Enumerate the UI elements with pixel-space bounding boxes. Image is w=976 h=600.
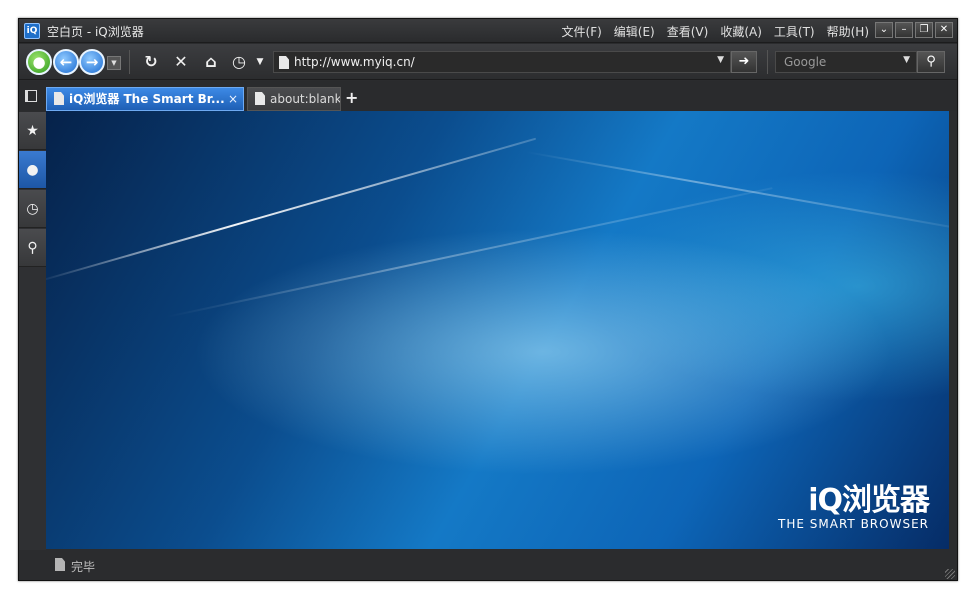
brand-tagline: THE SMART BROWSER: [778, 517, 929, 531]
chevron-down-icon[interactable]: ⌄: [875, 22, 893, 38]
iq-brand-logo: iQ浏览器 THE SMART BROWSER: [778, 475, 930, 531]
address-input[interactable]: http://www.myiq.cn/: [294, 55, 415, 69]
search-box[interactable]: Google ▼: [775, 51, 917, 73]
back-arrow-icon[interactable]: ←: [53, 49, 79, 75]
page-icon: [255, 92, 265, 105]
page-icon: [54, 92, 64, 105]
chevron-down-icon[interactable]: ▼: [249, 51, 271, 73]
user-icon[interactable]: ●: [26, 49, 52, 75]
close-icon[interactable]: ×: [228, 88, 238, 110]
window-controls: ⌄ – ❐ ✕: [875, 22, 953, 38]
user-icon[interactable]: ●: [19, 151, 46, 189]
minimize-button[interactable]: –: [895, 22, 913, 38]
light-streak: [46, 137, 537, 283]
tab-label: about:blank: [270, 92, 341, 106]
restore-button[interactable]: ❐: [915, 22, 933, 38]
menu-edit[interactable]: 编辑(E): [614, 23, 655, 40]
tab-iq-browser[interactable]: iQ浏览器 The Smart Br... ×: [46, 87, 244, 111]
page-content: iQ浏览器 THE SMART BROWSER: [46, 111, 949, 549]
favorites-star-icon[interactable]: ★: [19, 112, 46, 150]
menu-bar: 文件(F) 编辑(E) 查看(V) 收藏(A) 工具(T) 帮助(H): [562, 23, 869, 40]
forward-arrow-icon[interactable]: →: [79, 49, 105, 75]
menu-favorites[interactable]: 收藏(A): [720, 23, 762, 40]
chevron-down-icon[interactable]: ▼: [717, 55, 724, 65]
menu-help[interactable]: 帮助(H): [827, 23, 869, 40]
tab-bar: iQ浏览器 The Smart Br... × about:blank +: [19, 81, 957, 111]
window-title: 空白页 - iQ浏览器: [47, 25, 144, 39]
light-streak: [525, 151, 949, 228]
close-button[interactable]: ✕: [935, 22, 953, 38]
title-bar: iQ 空白页 - iQ浏览器 文件(F) 编辑(E) 查看(V) 收藏(A) 工…: [19, 19, 957, 43]
brand-name: iQ浏览器: [808, 483, 930, 518]
status-bar: 完毕: [19, 550, 957, 580]
resize-grip[interactable]: [945, 569, 955, 579]
address-bar[interactable]: http://www.myiq.cn/ ▼: [273, 51, 731, 73]
toolbar-divider: [129, 50, 130, 74]
menu-view[interactable]: 查看(V): [667, 23, 709, 40]
new-tab-plus-icon[interactable]: +: [345, 89, 358, 107]
side-panel: ★ ● ◷ ⚲: [19, 112, 46, 550]
light-streak: [165, 187, 773, 318]
status-text: 完毕: [71, 560, 96, 574]
menu-file[interactable]: 文件(F): [562, 23, 602, 40]
history-dropdown-button[interactable]: ▼: [107, 56, 121, 70]
toolbar-divider: [767, 50, 768, 74]
history-clock-icon[interactable]: ◷: [19, 190, 46, 228]
search-engine-input[interactable]: Google: [784, 55, 826, 69]
refresh-icon[interactable]: ↻: [140, 51, 162, 73]
tab-label: iQ浏览器 The Smart Br...: [69, 92, 225, 106]
navigation-toolbar: ● ← → ▼ ↻ ✕ ⌂ ◷ ▼ http://www.myiq.cn/ ▼ …: [19, 44, 957, 80]
menu-tools[interactable]: 工具(T): [774, 23, 815, 40]
stop-icon[interactable]: ✕: [170, 51, 192, 73]
chevron-down-icon[interactable]: ▼: [903, 55, 910, 65]
home-icon[interactable]: ⌂: [200, 51, 222, 73]
search-icon[interactable]: ⚲: [917, 51, 945, 73]
browser-window: iQ 空白页 - iQ浏览器 文件(F) 编辑(E) 查看(V) 收藏(A) 工…: [18, 18, 958, 581]
tab-about-blank[interactable]: about:blank: [247, 87, 341, 111]
page-icon: [55, 558, 65, 571]
sidebar-toggle-icon[interactable]: [25, 90, 37, 102]
app-logo-icon: iQ: [24, 23, 40, 39]
go-button[interactable]: ➜: [731, 51, 757, 73]
history-clock-icon[interactable]: ◷: [228, 51, 250, 73]
page-icon: [279, 56, 289, 69]
search-icon[interactable]: ⚲: [19, 229, 46, 267]
